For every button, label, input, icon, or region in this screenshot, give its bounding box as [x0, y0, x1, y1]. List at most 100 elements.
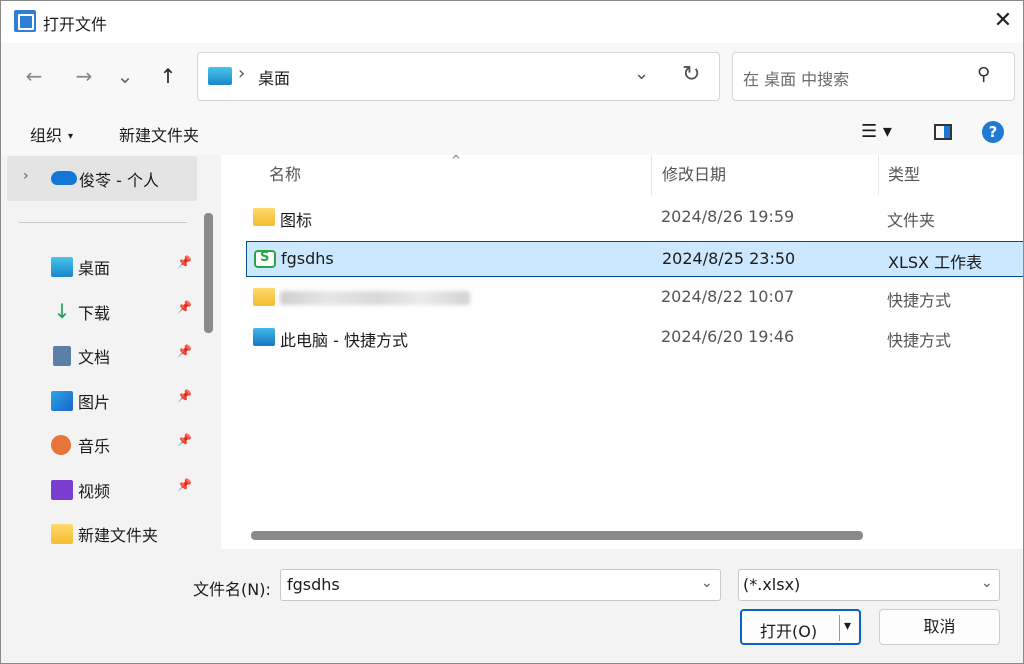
sidebar-item-label: 新建文件夹: [78, 526, 159, 545]
file-date: 2024/8/26 19:59: [661, 207, 795, 226]
filename-label: 文件名(N):: [193, 580, 271, 599]
pin-icon[interactable]: 📌: [177, 433, 192, 447]
xlsx-icon: [254, 250, 276, 268]
search-box[interactable]: 在 桌面 中搜索 ⚲: [732, 52, 1015, 101]
column-header-type[interactable]: 类型: [888, 155, 920, 197]
sidebar-item-desktop[interactable]: 桌面 📌: [1, 249, 201, 289]
file-row[interactable]: 2024/8/22 10:07 快捷方式: [246, 280, 1023, 316]
back-arrow-icon[interactable]: ←: [19, 61, 49, 91]
chevron-right-icon[interactable]: ›: [23, 168, 29, 184]
close-icon[interactable]: ✕: [991, 7, 1015, 35]
forward-arrow-icon[interactable]: →: [69, 61, 99, 91]
filename-field[interactable]: fgsdhs ⌄: [280, 569, 721, 601]
dialog-title: 打开文件: [43, 15, 108, 34]
filename-value[interactable]: fgsdhs: [287, 575, 340, 594]
pin-icon[interactable]: 📌: [177, 255, 192, 269]
column-header-name[interactable]: 名称: [269, 155, 301, 197]
file-list: 名称 ^ 修改日期 类型 图标 2024/8/26 19:59 文件夹 fgsd…: [221, 153, 1023, 549]
open-file-dialog: 打开文件 ✕ ← → ⌄ ↑ › 桌面 ⌄ ↻ 在 桌面 中搜索 ⚲ 组织 ▾ 新…: [0, 0, 1024, 664]
file-type: 快捷方式: [887, 331, 952, 350]
address-dropdown-icon[interactable]: ⌄: [634, 63, 649, 84]
navigation-bar: ← → ⌄ ↑ › 桌面 ⌄ ↻ 在 桌面 中搜索 ⚲: [1, 43, 1023, 109]
sidebar-scrollbar[interactable]: [204, 213, 213, 333]
folder-icon: [51, 524, 73, 544]
column-divider[interactable]: [651, 155, 652, 195]
address-location[interactable]: 桌面: [258, 65, 290, 89]
filetype-value: (*.xlsx): [743, 575, 801, 594]
search-icon[interactable]: ⚲: [977, 64, 990, 85]
sort-ascending-icon: ^: [451, 153, 462, 167]
command-bar: 组织 ▾ 新建文件夹 ☰ ▾ ?: [1, 109, 1023, 155]
sidebar-item-downloads[interactable]: ↓ 下载 📌: [1, 294, 201, 334]
sidebar-item-label: 图片: [78, 393, 111, 412]
chevron-down-icon[interactable]: ⌄: [701, 575, 713, 591]
column-divider[interactable]: [878, 155, 879, 195]
help-icon[interactable]: ?: [982, 121, 1004, 143]
picture-icon: [51, 391, 73, 411]
sidebar-item-pictures[interactable]: 图片 📌: [1, 383, 201, 423]
file-type: 快捷方式: [887, 291, 952, 310]
open-button-label: 打开(O): [760, 622, 818, 641]
desktop-icon: [51, 257, 73, 277]
sidebar-item-label: 视频: [78, 482, 111, 501]
navigation-pane: › 俊苓 - 个人 桌面 📌 ↓ 下载 📌 文档 📌 图片 📌 音乐 📌 视频 …: [1, 155, 219, 549]
sidebar-divider: [19, 222, 187, 223]
new-folder-button[interactable]: 新建文件夹: [119, 122, 199, 146]
open-dropdown-icon[interactable]: ▾: [844, 618, 851, 634]
download-icon: ↓: [53, 299, 71, 323]
sidebar-item-label: 桌面: [78, 259, 111, 278]
pc-shortcut-icon: [253, 328, 275, 346]
onedrive-cloud-icon: [51, 171, 77, 185]
file-name: fgsdhs: [281, 249, 334, 268]
chevron-down-icon[interactable]: ⌄: [981, 575, 993, 591]
title-bar: 打开文件 ✕: [1, 1, 1023, 43]
desktop-icon: [208, 67, 232, 85]
recent-locations-icon[interactable]: ⌄: [110, 61, 140, 91]
sidebar-item-videos[interactable]: 视频 📌: [1, 472, 201, 512]
cancel-button[interactable]: 取消: [879, 609, 1000, 645]
pin-icon[interactable]: 📌: [177, 389, 192, 403]
search-input[interactable]: 在 桌面 中搜索: [743, 66, 849, 90]
video-icon: [51, 480, 73, 500]
refresh-icon[interactable]: ↻: [682, 62, 700, 87]
blurred-file-name: [280, 291, 470, 305]
chevron-down-icon: ▾: [68, 131, 74, 142]
sidebar-item-label: 俊苓 - 个人: [79, 171, 159, 190]
file-row-selected[interactable]: fgsdhs 2024/8/25 23:50 XLSX 工作表: [246, 241, 1023, 277]
up-arrow-icon[interactable]: ↑: [153, 61, 183, 91]
pin-icon[interactable]: 📌: [177, 300, 192, 314]
pin-icon[interactable]: 📌: [177, 344, 192, 358]
file-row[interactable]: 图标 2024/8/26 19:59 文件夹: [246, 200, 1023, 236]
file-type: 文件夹: [887, 211, 936, 230]
file-name: 此电脑 - 快捷方式: [280, 331, 408, 350]
sidebar-item-music[interactable]: 音乐 📌: [1, 427, 201, 467]
file-date: 2024/6/20 19:46: [661, 327, 795, 346]
column-header-label: 名称: [269, 165, 302, 184]
sidebar-item-documents[interactable]: 文档 📌: [1, 338, 201, 378]
organize-menu[interactable]: 组织 ▾: [30, 122, 73, 146]
folder-icon: [253, 208, 275, 226]
dialog-footer: 文件名(N): fgsdhs ⌄ (*.xlsx) ⌄ 打开(O) ▾ 取消: [1, 549, 1023, 663]
filetype-select[interactable]: (*.xlsx) ⌄: [738, 569, 1000, 601]
sidebar-item-onedrive[interactable]: › 俊苓 - 个人: [7, 156, 197, 201]
horizontal-scrollbar[interactable]: [251, 531, 863, 540]
sidebar-item-label: 音乐: [78, 437, 111, 456]
file-name: 图标: [280, 211, 313, 230]
file-row[interactable]: 此电脑 - 快捷方式 2024/6/20 19:46 快捷方式: [246, 320, 1023, 356]
folder-shortcut-icon: [253, 288, 275, 306]
preview-pane-icon[interactable]: [934, 124, 952, 140]
view-options-icon[interactable]: ☰ ▾: [861, 121, 892, 142]
sidebar-item-label: 文档: [78, 348, 111, 367]
organize-label: 组织: [30, 126, 63, 145]
address-bar[interactable]: › 桌面 ⌄ ↻: [197, 52, 720, 101]
app-icon: [14, 10, 36, 32]
split-divider: [839, 615, 840, 641]
sidebar-item-label: 下载: [78, 304, 111, 323]
file-date: 2024/8/25 23:50: [662, 249, 796, 268]
open-button[interactable]: 打开(O) ▾: [740, 609, 861, 645]
column-header-modified[interactable]: 修改日期: [662, 155, 726, 197]
music-icon: [51, 435, 71, 455]
file-date: 2024/8/22 10:07: [661, 287, 795, 306]
document-icon: [53, 346, 71, 366]
pin-icon[interactable]: 📌: [177, 478, 192, 492]
